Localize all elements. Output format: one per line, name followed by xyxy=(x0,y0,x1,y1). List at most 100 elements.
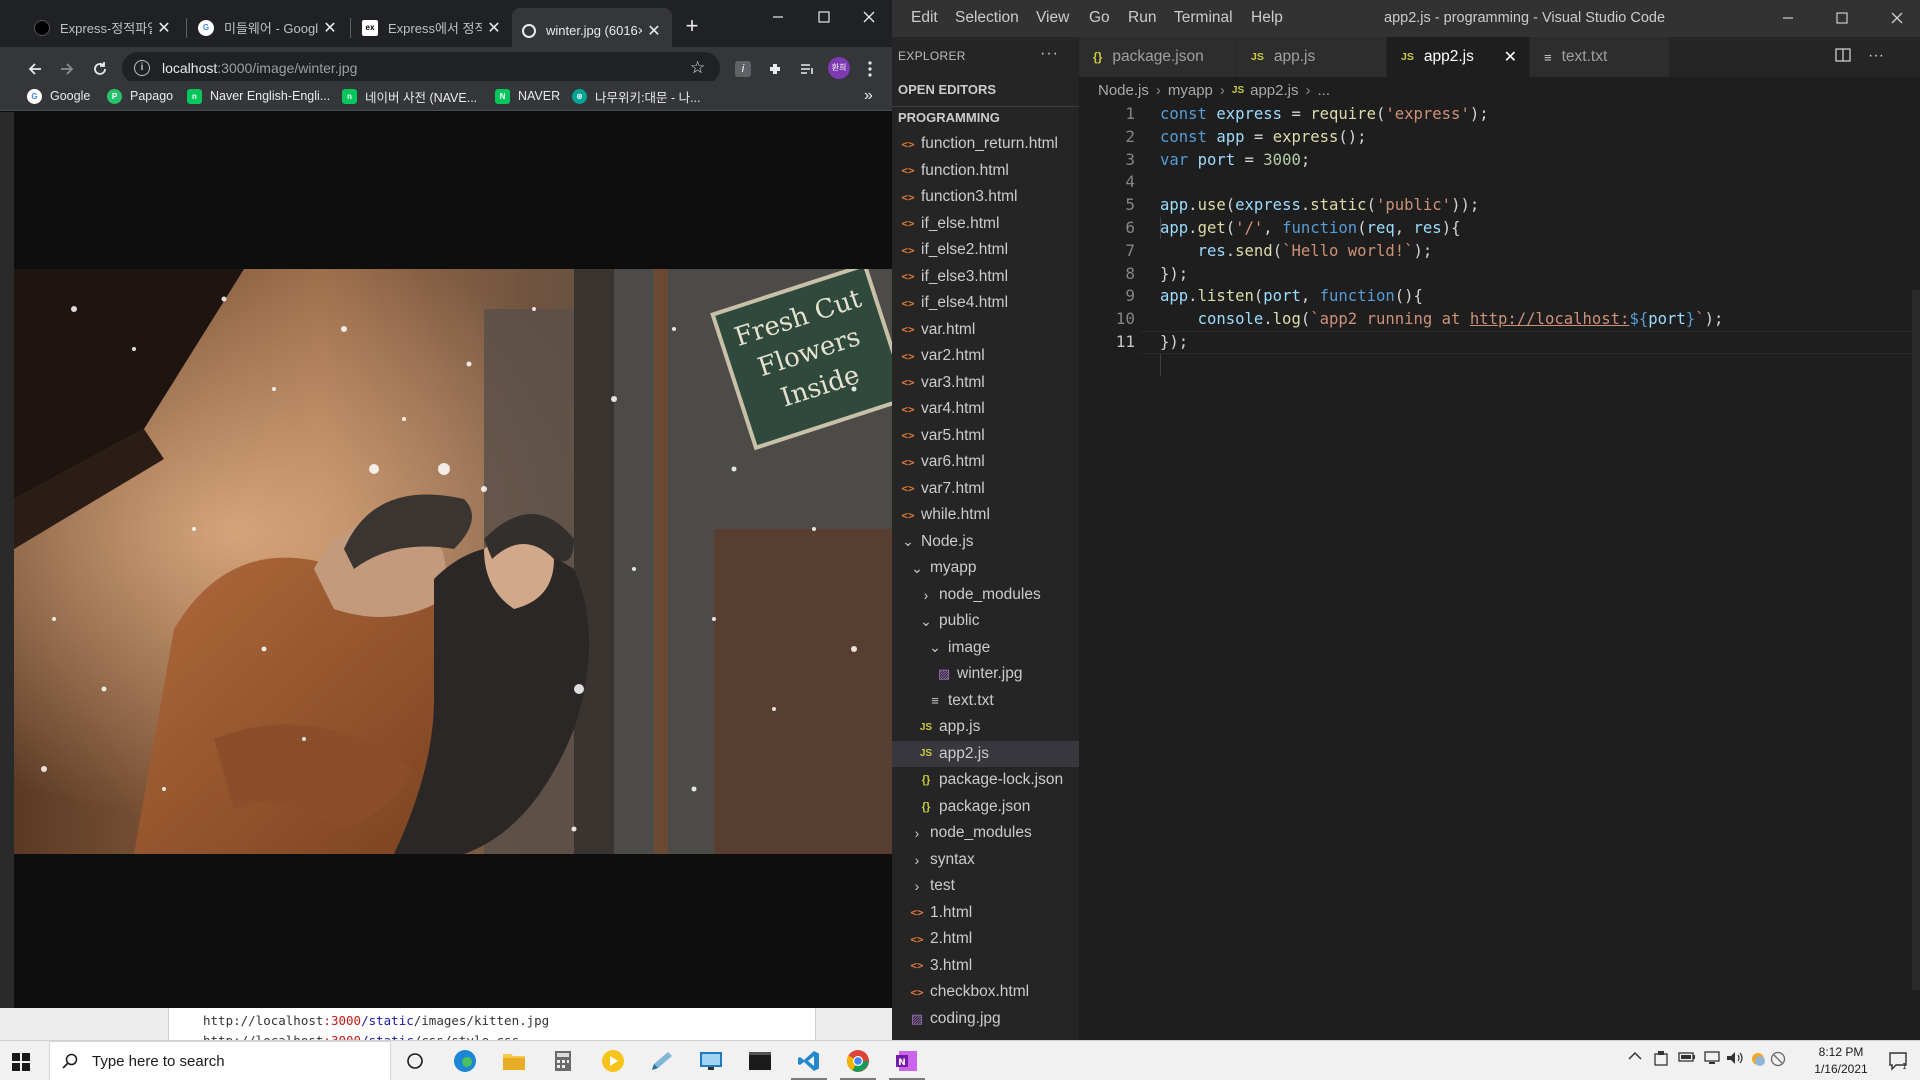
tree-item[interactable]: › syntax xyxy=(892,847,1079,873)
editor-tab[interactable]: {} package.json xyxy=(1079,37,1237,77)
close-tab-icon[interactable]: ✕ xyxy=(1504,47,1517,67)
split-editor-icon[interactable] xyxy=(1835,47,1851,63)
new-tab-button[interactable]: + xyxy=(680,14,704,38)
tree-item[interactable]: <> var4.html xyxy=(892,396,1079,422)
calculator-app[interactable] xyxy=(539,1041,587,1080)
breadcrumb-item[interactable]: myapp xyxy=(1168,82,1213,99)
bookmark-naver-dict[interactable]: n 네이버 사전 (NAVE... xyxy=(342,86,477,106)
network-icon[interactable] xyxy=(1704,1051,1720,1065)
reading-list-icon[interactable] xyxy=(797,59,817,79)
tree-item[interactable]: <> if_else.html xyxy=(892,211,1079,237)
tree-item[interactable]: <> if_else2.html xyxy=(892,237,1079,263)
tree-item[interactable]: › node_modules xyxy=(892,582,1079,608)
blocked-icon[interactable] xyxy=(1770,1051,1786,1067)
tree-item[interactable]: <> while.html xyxy=(892,502,1079,528)
profile-avatar[interactable]: 환희 xyxy=(828,57,850,79)
tree-item[interactable]: <> var7.html xyxy=(892,476,1079,502)
open-editors-section[interactable]: OPEN EDITORS xyxy=(892,79,1079,101)
tree-item[interactable]: <> function.html xyxy=(892,158,1079,184)
battery-icon[interactable] xyxy=(1678,1051,1696,1063)
editor-tab[interactable]: JS app.js xyxy=(1237,37,1387,77)
taskbar-clock[interactable]: 8:12 PM 1/16/2021 xyxy=(1798,1044,1884,1078)
bookmarks-overflow-button[interactable]: » xyxy=(864,87,873,105)
programming-section[interactable]: PROGRAMMING xyxy=(892,106,1079,128)
bookmark-papago[interactable]: P Papago xyxy=(107,86,173,106)
menu-view[interactable]: View xyxy=(1036,9,1069,27)
tree-item[interactable]: ⌄ public xyxy=(892,608,1079,634)
tree-item[interactable]: {} package-lock.json xyxy=(892,767,1079,793)
browser-tab[interactable]: ex Express에서 정적 파일 제공 ✕ xyxy=(352,10,512,45)
bookmark-google[interactable]: G Google xyxy=(27,86,90,106)
browser-tab[interactable]: G 미들웨어 - Google 검색 ✕ xyxy=(188,10,348,45)
tree-item[interactable]: <> var2.html xyxy=(892,343,1079,369)
chrome-app[interactable] xyxy=(834,1041,882,1080)
action-center-button[interactable]: 1 xyxy=(1888,1051,1908,1071)
tray-app-icon[interactable] xyxy=(1654,1051,1668,1067)
address-bar[interactable]: i localhost:3000/image/winter.jpg ☆ xyxy=(122,52,720,84)
tree-item[interactable]: ⌄ image xyxy=(892,635,1079,661)
editor-scrollbar[interactable] xyxy=(1912,290,1920,990)
extension-i-icon[interactable]: i xyxy=(733,59,753,79)
task-view-button[interactable] xyxy=(391,1041,439,1080)
maximize-button[interactable] xyxy=(1819,6,1865,30)
minimize-button[interactable] xyxy=(755,0,801,34)
menu-selection[interactable]: Selection xyxy=(955,9,1019,27)
tree-item[interactable]: ▨ winter.jpg xyxy=(892,661,1079,687)
minimize-button[interactable] xyxy=(1765,6,1811,30)
tree-item[interactable]: <> function3.html xyxy=(892,184,1079,210)
menu-help[interactable]: Help xyxy=(1251,9,1283,27)
tree-item[interactable]: <> var6.html xyxy=(892,449,1079,475)
close-icon[interactable]: ✕ xyxy=(322,18,338,38)
media-player-app[interactable] xyxy=(589,1041,637,1080)
tree-item[interactable]: <> 2.html xyxy=(892,926,1079,952)
onenote-app[interactable]: N xyxy=(883,1041,931,1080)
bookmark-namuwiki[interactable]: ⊛ 나무위키:대문 - 나... xyxy=(572,86,701,106)
tree-item[interactable]: <> var.html xyxy=(892,317,1079,343)
back-button[interactable] xyxy=(25,59,45,79)
tree-item[interactable]: › node_modules xyxy=(892,820,1079,846)
editor-tab-active[interactable]: JS app2.js ✕ xyxy=(1387,37,1530,77)
show-hidden-icons-button[interactable] xyxy=(1628,1051,1642,1061)
bookmark-naver-english[interactable]: n Naver English-Engli... xyxy=(187,86,330,106)
tree-item[interactable]: ≡ text.txt xyxy=(892,688,1079,714)
vscode-app[interactable] xyxy=(785,1041,833,1080)
breadcrumb-item[interactable]: Node.js xyxy=(1098,82,1149,99)
tree-item[interactable]: <> checkbox.html xyxy=(892,979,1079,1005)
tree-item[interactable]: › test xyxy=(892,873,1079,899)
close-icon[interactable]: ✕ xyxy=(486,18,502,38)
extensions-puzzle-icon[interactable] xyxy=(765,59,785,79)
chrome-menu-button[interactable] xyxy=(860,59,880,79)
tree-item[interactable]: ⌄ myapp xyxy=(892,555,1079,581)
tree-item[interactable]: ⌄ Node.js xyxy=(892,529,1079,555)
window-close-button[interactable] xyxy=(846,0,892,34)
browser-tab[interactable]: Express-정적파일 제공 ✕ xyxy=(24,10,182,45)
tree-item[interactable]: <> if_else3.html xyxy=(892,264,1079,290)
winter-photo[interactable]: Fresh Cut Flowers Inside xyxy=(14,269,892,854)
breadcrumb-item[interactable]: ... xyxy=(1318,82,1331,99)
menu-edit[interactable]: Edit xyxy=(911,9,938,27)
breadcrumb-item[interactable]: app2.js xyxy=(1250,82,1298,99)
weather-icon[interactable] xyxy=(1750,1051,1766,1067)
reload-button[interactable] xyxy=(90,59,110,79)
tree-item[interactable]: JS app.js xyxy=(892,714,1079,740)
menu-terminal[interactable]: Terminal xyxy=(1174,9,1233,27)
tree-item[interactable]: <> function_return.html xyxy=(892,131,1079,157)
search-placeholder[interactable]: Type here to search xyxy=(92,1053,225,1070)
close-icon[interactable]: ✕ xyxy=(156,18,172,38)
taskbar-search[interactable]: Type here to search xyxy=(49,1041,391,1080)
start-button[interactable] xyxy=(12,1053,30,1071)
tree-item[interactable]: JS app2.js xyxy=(892,740,1079,767)
menu-go[interactable]: Go xyxy=(1089,9,1110,27)
tree-item[interactable]: {} package.json xyxy=(892,794,1079,820)
tree-item[interactable]: <> 3.html xyxy=(892,953,1079,979)
info-icon[interactable]: i xyxy=(134,60,150,76)
close-icon[interactable]: ✕ xyxy=(646,21,662,41)
tree-item[interactable]: <> if_else4.html xyxy=(892,290,1079,316)
tree-item[interactable]: ▨ coding.jpg xyxy=(892,1006,1079,1032)
editor-tab[interactable]: ≡ text.txt xyxy=(1530,37,1670,77)
terminal-app[interactable] xyxy=(736,1041,784,1080)
tree-item[interactable]: <> 1.html xyxy=(892,900,1079,926)
file-explorer-app[interactable] xyxy=(490,1041,538,1080)
tree-item[interactable]: <> var3.html xyxy=(892,370,1079,396)
url-text[interactable]: localhost:3000/image/winter.jpg xyxy=(162,60,690,76)
